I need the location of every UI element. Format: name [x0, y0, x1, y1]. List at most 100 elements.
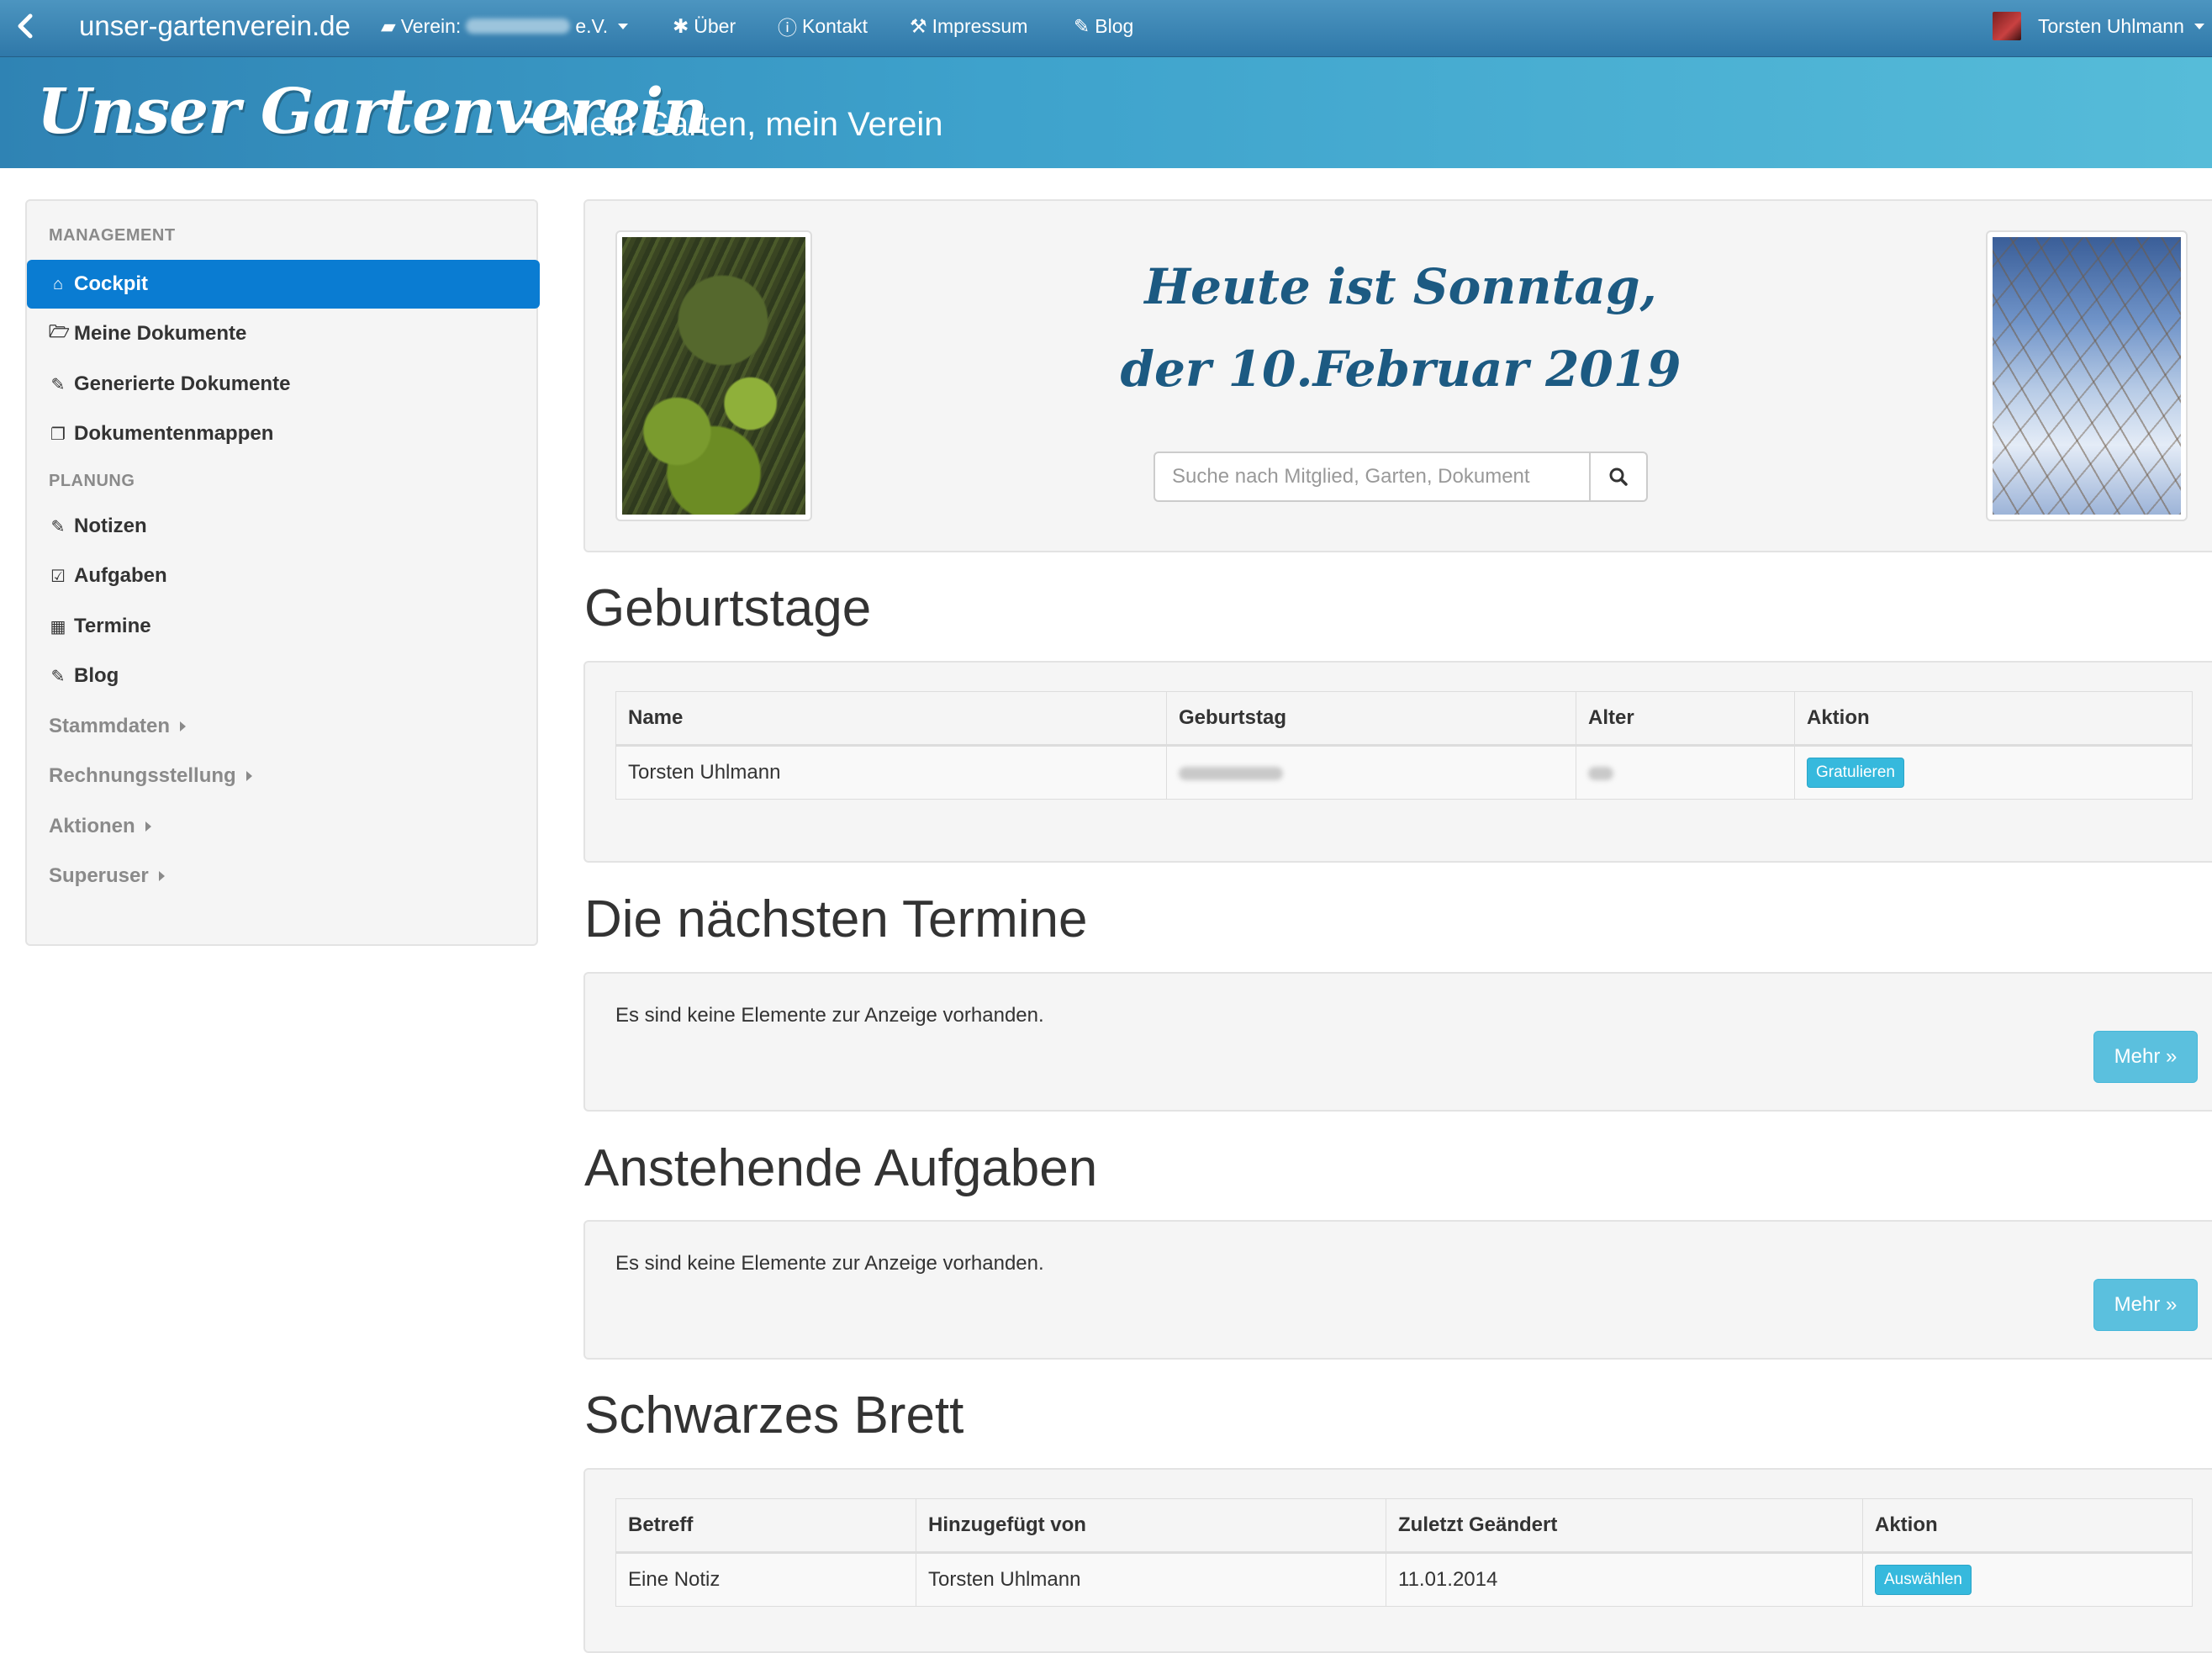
sidebar-item-label: Aufgaben	[74, 564, 167, 587]
column-header: Alter	[1576, 691, 1795, 747]
sidebar-item-label: Meine Dokumente	[74, 322, 247, 345]
events-more-button[interactable]: Mehr »	[2093, 1031, 2198, 1083]
cell-action: Auswählen	[1862, 1552, 2193, 1607]
tasks-empty-message: Es sind keine Elemente zur Anzeige vorha…	[615, 1252, 1044, 1275]
nav-ueber-label: Über	[694, 14, 736, 37]
events-empty-message: Es sind keine Elemente zur Anzeige vorha…	[615, 1004, 1044, 1027]
congratulate-button[interactable]: Gratulieren	[1807, 758, 1904, 788]
sidebar-item-meine-dokumente[interactable]: 🗁 Meine Dokumente	[27, 309, 540, 358]
sidebar-item-rechnungsstellung[interactable]: Rechnungsstellung	[27, 752, 540, 800]
sidebar-item-stammdaten[interactable]: Stammdaten	[27, 702, 540, 751]
sidebar-item-label: Cockpit	[74, 272, 149, 295]
checkbox-icon: ☑	[50, 567, 66, 586]
info-circle-icon: ⓘ	[778, 17, 797, 39]
section-title-board: Schwarzes Brett	[584, 1386, 964, 1444]
birthdays-panel: Name Geburtstag Alter Aktion Torsten Uhl…	[583, 661, 2212, 863]
table-header-row: Name Geburtstag Alter Aktion	[615, 691, 2193, 747]
sidebar-item-label: Termine	[74, 615, 151, 637]
section-title-birthdays: Geburtstage	[584, 579, 872, 637]
sidebar-item-label: Blog	[74, 664, 119, 687]
column-header: Geburtstag	[1166, 691, 1576, 747]
sidebar-item-label: Notizen	[74, 515, 147, 537]
search-group	[1154, 452, 1650, 502]
column-header: Zuletzt Geändert	[1386, 1498, 1863, 1554]
column-header: Aktion	[1794, 691, 2193, 747]
avatar	[1993, 12, 2021, 40]
cell-changed: 11.01.2014	[1386, 1552, 1863, 1607]
cell-added-by: Torsten Uhlmann	[916, 1552, 1386, 1607]
table-row: Eine Notiz Torsten Uhlmann 11.01.2014 Au…	[615, 1552, 2193, 1607]
sidebar-item-cockpit[interactable]: ⌂ Cockpit	[27, 260, 540, 309]
pencil-icon: ✎	[50, 517, 66, 536]
welcome-box: Heute ist Sonntag, der 10.Februar 2019	[583, 199, 2212, 552]
sidebar-item-blog[interactable]: ✎ Blog	[27, 652, 540, 700]
select-button[interactable]: Auswählen	[1875, 1565, 1972, 1595]
column-header: Name	[615, 691, 1167, 747]
greeting-line-2: der 10.Februar 2019	[1120, 341, 1681, 398]
pencil-icon: ✎	[1074, 14, 1090, 37]
pencil-icon: ✎	[50, 375, 66, 394]
section-title-events: Die nächsten Termine	[584, 890, 1088, 948]
caret-down-icon	[2194, 23, 2204, 29]
pencil-icon: ✎	[50, 667, 66, 686]
sidebar-item-label: Rechnungsstellung	[49, 764, 236, 787]
brand-link[interactable]: unser-gartenverein.de	[79, 0, 351, 52]
sidebar-item-label: Aktionen	[49, 815, 135, 837]
files-icon: ❐	[50, 425, 66, 444]
nav-blog[interactable]: ✎ Blog	[1074, 0, 1133, 52]
sidebar-item-dokumentenmappen[interactable]: ❐ Dokumentenmappen	[27, 409, 540, 458]
nav-ueber[interactable]: ✱ Über	[673, 0, 736, 52]
nav-kontakt-label: Kontakt	[802, 14, 868, 37]
home-icon: ⌂	[52, 274, 64, 293]
caret-down-icon	[618, 23, 629, 29]
sidebar-item-superuser[interactable]: Superuser	[27, 852, 540, 900]
verein-label: Verein:	[400, 14, 462, 37]
sidebar-item-generierte-dokumente[interactable]: ✎ Generierte Dokumente	[27, 360, 540, 409]
verein-suffix: e.V.	[575, 14, 609, 37]
tasks-panel: Es sind keine Elemente zur Anzeige vorha…	[583, 1220, 2212, 1360]
back-icon[interactable]	[15, 0, 34, 52]
calendar-icon: ▦	[50, 617, 66, 636]
sidebar-item-label: Dokumentenmappen	[74, 422, 274, 445]
nav-impressum[interactable]: ⚒ Impressum	[910, 0, 1027, 52]
tasks-more-button[interactable]: Mehr »	[2093, 1279, 2198, 1331]
banner-subtitle: Mein Garten, mein Verein	[562, 106, 943, 143]
board-table: Betreff Hinzugefügt von Zuletzt Geändert…	[615, 1498, 2193, 1607]
nav-blog-label: Blog	[1095, 14, 1134, 37]
column-header: Betreff	[615, 1498, 916, 1554]
table-header-row: Betreff Hinzugefügt von Zuletzt Geändert…	[615, 1498, 2193, 1554]
board-panel: Betreff Hinzugefügt von Zuletzt Geändert…	[583, 1468, 2212, 1653]
user-name: Torsten Uhlmann	[2038, 14, 2184, 37]
cell-age-redacted	[1576, 745, 1795, 800]
garden-photo-right	[1986, 230, 2188, 521]
caret-right-icon	[145, 821, 151, 832]
birthdays-table: Name Geburtstag Alter Aktion Torsten Uhl…	[615, 691, 2193, 800]
header-banner: Unser Gartenverein - Mein Garten, mein V…	[0, 57, 2212, 168]
column-header: Aktion	[1862, 1498, 2193, 1554]
cell-action: Gratulieren	[1794, 745, 2193, 800]
search-icon	[1609, 467, 1628, 486]
nav-kontakt[interactable]: ⓘ Kontakt	[778, 0, 868, 52]
sidebar-item-label: Stammdaten	[49, 715, 171, 737]
garden-photo-left	[615, 230, 812, 521]
section-title-tasks: Anstehende Aufgaben	[584, 1139, 1098, 1197]
table-row: Torsten Uhlmann Gratulieren	[615, 745, 2193, 800]
book-icon: ▰	[381, 14, 396, 37]
cell-birthday-redacted	[1166, 745, 1576, 800]
gavel-icon: ⚒	[910, 14, 927, 37]
caret-right-icon	[245, 771, 252, 781]
verein-dropdown[interactable]: ▰ Verein: e.V.	[381, 0, 629, 52]
sidebar-item-notizen[interactable]: ✎ Notizen	[27, 502, 540, 551]
search-button[interactable]	[1589, 452, 1648, 502]
column-header: Hinzugefügt von	[916, 1498, 1386, 1554]
sidebar-item-aktionen[interactable]: Aktionen	[27, 802, 540, 851]
asterisk-icon: ✱	[673, 14, 689, 37]
cell-subject: Eine Notiz	[615, 1552, 916, 1607]
sidebar-header-planung: PLANUNG	[49, 472, 135, 490]
sidebar-item-aufgaben[interactable]: ☑ Aufgaben	[27, 552, 540, 600]
search-input[interactable]	[1154, 452, 1591, 502]
user-menu[interactable]: Torsten Uhlmann	[1993, 0, 2204, 52]
sidebar-item-termine[interactable]: ▦ Termine	[27, 602, 540, 651]
cell-name: Torsten Uhlmann	[615, 745, 1167, 800]
folder-open-icon: 🗁	[49, 323, 70, 341]
